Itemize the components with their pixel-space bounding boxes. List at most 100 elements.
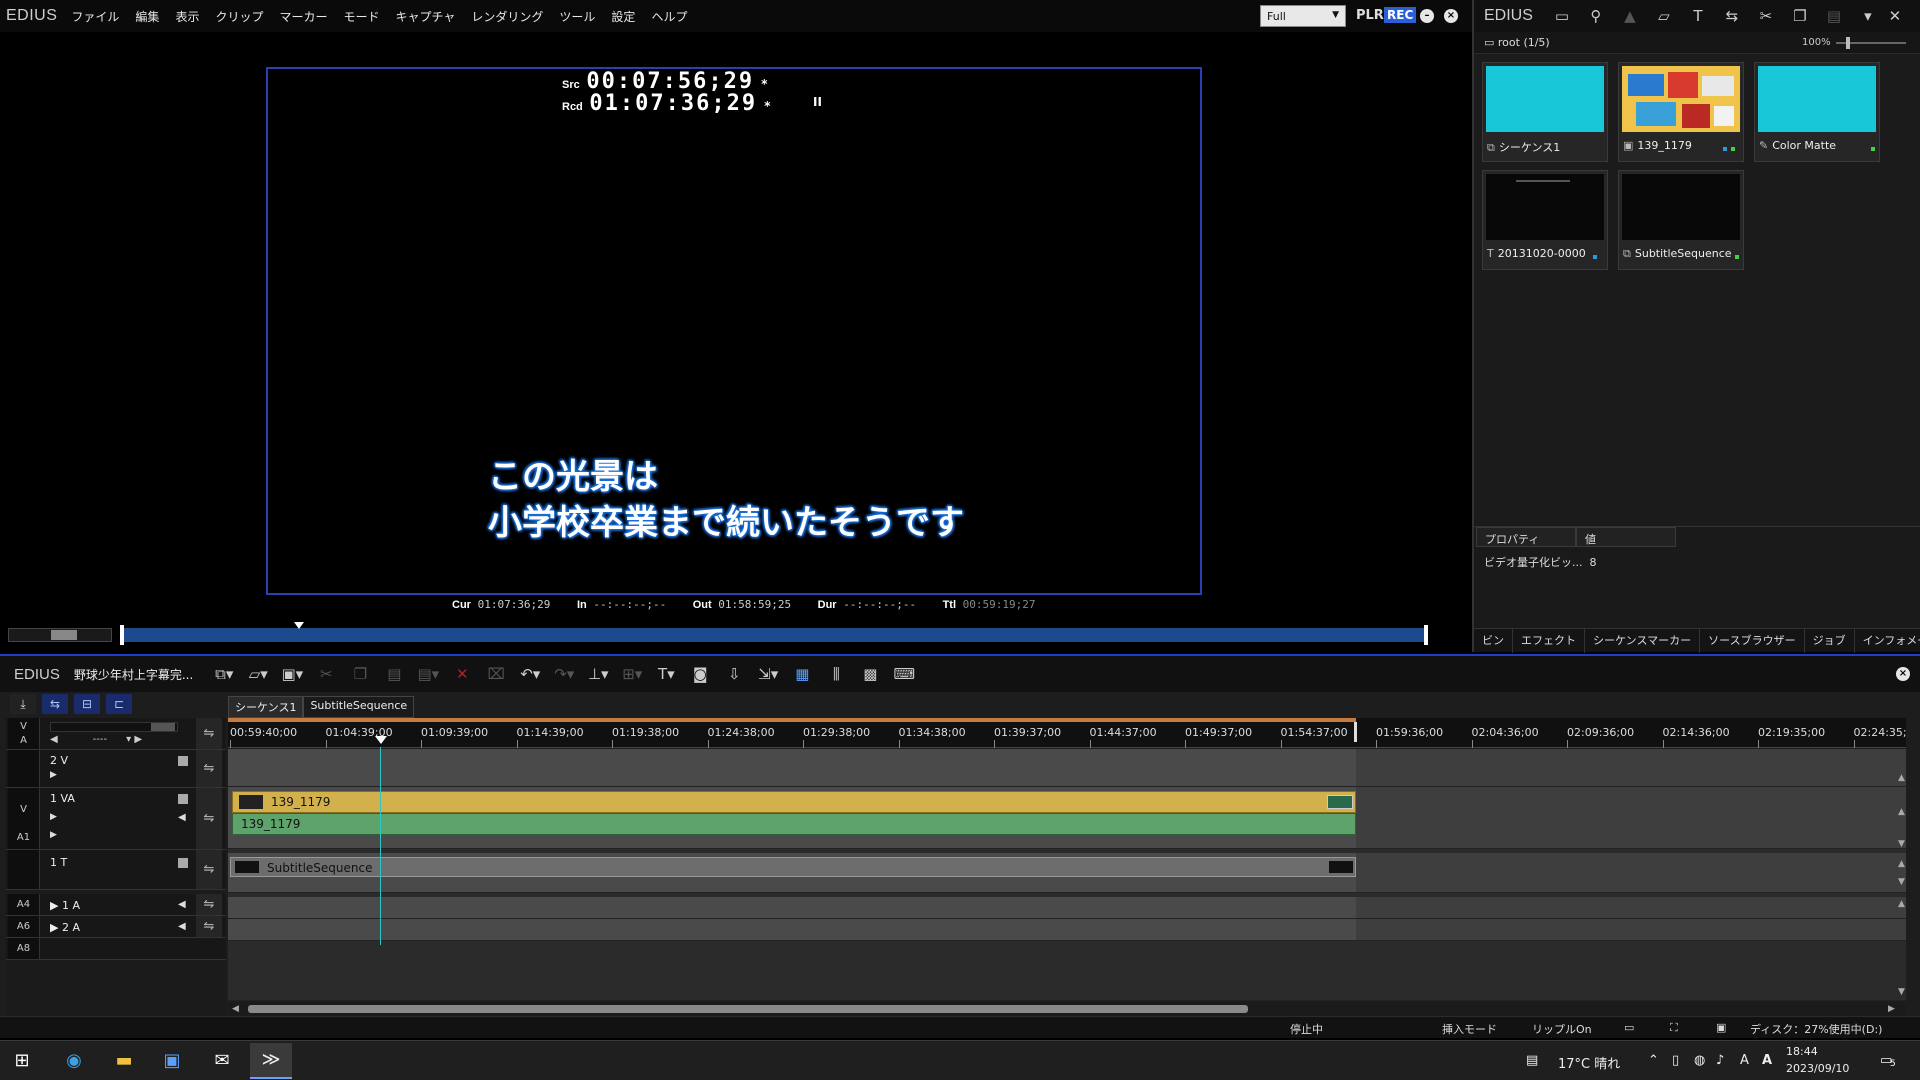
bin-clip[interactable]: ▣ 139_1179 — [1618, 62, 1744, 162]
scroll-down-icon[interactable]: ▼ — [1898, 987, 1905, 997]
replace-icon[interactable]: ⇆ — [1715, 7, 1749, 25]
timeline-cursor[interactable] — [380, 747, 381, 945]
weather-icon[interactable]: ▤ — [1526, 1053, 1538, 1068]
delete-icon[interactable]: ✕ — [445, 665, 479, 683]
speaker-icon[interactable]: ◀ — [178, 812, 186, 823]
tab-source-browser[interactable]: ソースブラウザー — [1700, 628, 1805, 653]
track-height-slider[interactable] — [50, 722, 178, 732]
export-icon[interactable]: ⇲▾ — [751, 665, 785, 683]
fullscreen-icon[interactable]: ⛶ — [1670, 1021, 1678, 1035]
file-explorer-icon[interactable]: ▬ — [110, 1049, 138, 1073]
sync-icon[interactable]: ⇋ — [196, 916, 222, 937]
bin-clip[interactable]: T 20131020-0000 — [1482, 170, 1608, 270]
weather-text[interactable]: 17°C 晴れ — [1558, 1053, 1620, 1072]
cut-icon[interactable]: ✂ — [309, 665, 343, 683]
tab-effect[interactable]: エフェクト — [1513, 628, 1585, 653]
battery-icon[interactable]: ▯ — [1672, 1053, 1679, 1068]
value-column-header[interactable]: 値 — [1576, 527, 1676, 547]
menu-clip[interactable]: クリップ — [215, 8, 263, 25]
ripple-mode-icon[interactable]: ⊟ — [74, 694, 100, 714]
paste-icon[interactable]: ▤ — [1817, 7, 1851, 25]
player-mode-select[interactable]: Full ▼ — [1260, 5, 1346, 27]
menu-mode[interactable]: モード — [343, 8, 379, 25]
shuttle-slider[interactable] — [8, 628, 112, 642]
up-folder-icon[interactable]: ▲ — [1613, 7, 1647, 25]
insert-mode-status[interactable]: 挿入モード — [1442, 1021, 1497, 1037]
search-icon[interactable]: ⚲ — [1579, 7, 1613, 25]
save-icon[interactable]: ▣▾ — [275, 665, 309, 683]
clock-time[interactable]: 18:44 — [1786, 1045, 1818, 1058]
menu-help[interactable]: ヘルプ — [651, 8, 687, 25]
sync-icon[interactable]: ⇋ — [196, 850, 222, 889]
time-ruler[interactable]: 00:59:40;00 01:04:39;00 01:09:39;00 01:14:3… — [228, 718, 1907, 748]
scroll-left-icon[interactable]: ◀ — [232, 1004, 239, 1014]
tab-sequence-marker[interactable]: シーケンスマーカー — [1585, 628, 1701, 653]
ime-mode-icon[interactable]: A — [1762, 1053, 1772, 1068]
new-sequence-icon[interactable]: ⧉▾ — [207, 665, 241, 683]
group-icon[interactable]: ⊞▾ — [615, 665, 649, 683]
scroll-up-icon[interactable]: ▲ — [1898, 773, 1905, 783]
speaker-icon[interactable]: ◀ — [178, 899, 186, 910]
track-size-select[interactable]: ◀ ---- ▾ ▶ — [50, 734, 192, 748]
video-mute-icon[interactable] — [178, 756, 188, 766]
expand-icon[interactable]: ▶ — [50, 770, 57, 780]
menu-view[interactable]: 表示 — [175, 8, 199, 25]
open-project-icon[interactable]: ▱▾ — [241, 665, 275, 683]
undo-icon[interactable]: ↶▾ — [513, 665, 547, 683]
sync-icon[interactable]: ⇋ — [196, 750, 222, 787]
clock-date[interactable]: 2023/09/10 — [1786, 1062, 1849, 1075]
patch-a8[interactable]: A8 — [8, 938, 40, 959]
property-column-header[interactable]: プロパティ — [1476, 527, 1576, 547]
menu-file[interactable]: ファイル — [71, 8, 119, 25]
bin-clip[interactable]: ✎ Color Matte — [1754, 62, 1880, 162]
import-icon[interactable]: ⇩ — [717, 665, 751, 683]
tab-sequence-1[interactable]: シーケンス1 — [228, 696, 304, 718]
video-mute-icon[interactable] — [178, 794, 188, 804]
ripple-delete-icon[interactable]: ⌧ — [479, 665, 513, 683]
lane-2v[interactable] — [228, 749, 1906, 787]
scroll-down-icon[interactable]: ▼ — [1898, 839, 1905, 849]
menu-settings[interactable]: 設定 — [611, 8, 635, 25]
tab-subtitle-sequence[interactable]: SubtitleSequence — [303, 696, 415, 718]
timeline-cursor-head[interactable] — [375, 736, 387, 744]
cut-icon[interactable]: ✂ — [1749, 7, 1783, 25]
edius-taskbar-icon[interactable]: ≫ — [250, 1043, 292, 1079]
sync-icon[interactable]: ⇋ — [196, 788, 222, 849]
chevron-up-icon[interactable]: ⌃ — [1648, 1053, 1659, 1068]
menu-tools[interactable]: ツール — [559, 8, 595, 25]
overwrite-mode-icon[interactable]: ⇆ — [42, 694, 68, 714]
copy-icon[interactable]: ❐ — [1783, 7, 1817, 25]
lane-2a[interactable] — [228, 919, 1906, 941]
sync-lock-icon[interactable]: ⊏ — [106, 694, 132, 714]
layout-icon[interactable]: ▩ — [853, 665, 887, 683]
mail-icon[interactable]: ✉ — [208, 1049, 236, 1073]
set-marker-icon[interactable]: ⊥▾ — [581, 665, 615, 683]
video-clip[interactable]: 139_1179 — [232, 791, 1356, 813]
edge-icon[interactable]: ◉ — [60, 1049, 88, 1073]
scroll-up-icon[interactable]: ▲ — [1898, 859, 1905, 869]
close-icon[interactable]: × — [1896, 667, 1910, 681]
tab-information[interactable]: インフォメーション — [1855, 629, 1920, 653]
ime-icon[interactable]: A — [1740, 1053, 1749, 1068]
open-folder-icon[interactable]: ▱ — [1647, 7, 1681, 25]
title-icon[interactable]: T▾ — [649, 665, 683, 683]
monitor-icon[interactable]: ▭ — [1624, 1021, 1634, 1034]
store-icon[interactable]: ▣ — [158, 1049, 186, 1073]
folder-icon[interactable]: ▭ — [1545, 7, 1579, 25]
patch-a6[interactable]: A6 — [8, 916, 40, 937]
tab-job[interactable]: ジョブ — [1805, 628, 1855, 653]
network-icon[interactable]: ◍ — [1694, 1053, 1705, 1068]
sync-icon[interactable]: ⇋ — [196, 718, 222, 749]
lane-empty[interactable] — [228, 941, 1906, 1001]
chevron-down-icon[interactable]: ▾ — [1851, 7, 1885, 25]
output-icon[interactable]: ▣ — [1716, 1021, 1726, 1034]
sync-icon[interactable]: ⇋ — [196, 894, 222, 915]
horizontal-scrollbar[interactable]: ◀ ▶ — [228, 1002, 1906, 1016]
volume-icon[interactable]: ♪ — [1716, 1053, 1724, 1068]
scroll-right-icon[interactable]: ▶ — [1888, 1004, 1895, 1014]
position-bar[interactable] — [120, 625, 1428, 645]
timeline-mode-icon[interactable]: ▦ — [785, 665, 819, 683]
title-mute-icon[interactable] — [178, 858, 188, 868]
expand-icon[interactable]: ▶ — [50, 830, 57, 840]
bin-clip[interactable]: ⧉ シーケンス1 — [1482, 62, 1608, 162]
